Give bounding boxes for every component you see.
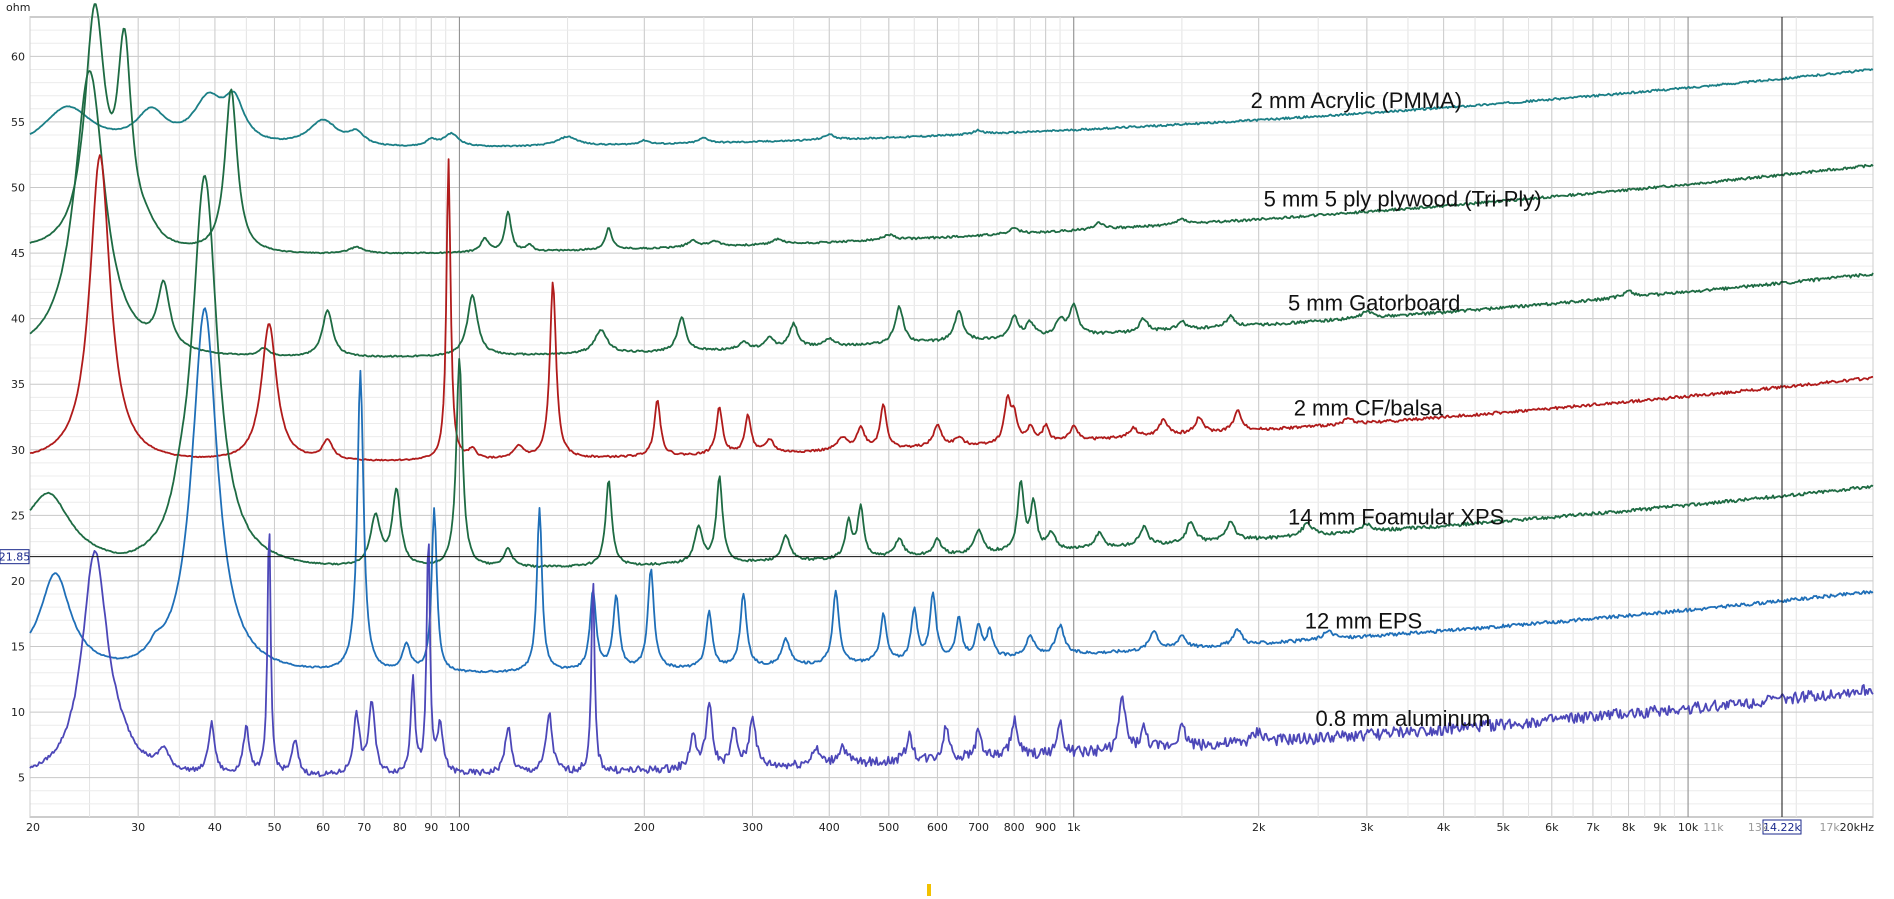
series-label: 2 mm Acrylic (PMMA) — [1251, 88, 1462, 113]
y-tick-label: 5 — [18, 772, 25, 785]
x-tick-label: 200 — [634, 821, 655, 834]
x-tick-label: 600 — [927, 821, 948, 834]
series-label: 14 mm Foamular XPS — [1288, 505, 1504, 530]
x-axis-ticks: 20 30 40 50 60 70 80 90 100 200 300 400 500 600 700 800… — [26, 821, 1874, 834]
x-tick-label: 3k — [1360, 821, 1374, 834]
x-tick-label: 4k — [1437, 821, 1451, 834]
x-tick-label: 900 — [1035, 821, 1056, 834]
x-tick-label: 6k — [1545, 821, 1559, 834]
x-tick-label: 800 — [1004, 821, 1025, 834]
y-tick-label: 60 — [11, 50, 25, 63]
cursor-x-readout: 14.22k — [1763, 821, 1801, 834]
x-tick-label: 400 — [819, 821, 840, 834]
y-tick-label: 35 — [11, 378, 25, 391]
x-tick-label: 500 — [878, 821, 899, 834]
x-tick-label: 20 — [26, 821, 40, 834]
x-tick-label: 5k — [1496, 821, 1510, 834]
series-label: 2 mm CF/balsa — [1294, 395, 1444, 420]
cursor-y-readout: 21.85 — [0, 551, 30, 564]
x-tick-label: 50 — [267, 821, 281, 834]
x-tick-label: 10k — [1678, 821, 1699, 834]
x-tick-label: 70 — [357, 821, 371, 834]
y-tick-label: 55 — [11, 116, 25, 129]
x-tick-label: 80 — [393, 821, 407, 834]
y-tick-label: 20 — [11, 575, 25, 588]
x-tick-label: 40 — [208, 821, 222, 834]
plot-background — [29, 16, 1874, 818]
y-tick-label: 50 — [11, 181, 25, 194]
x-tick-label: 300 — [742, 821, 763, 834]
impedance-chart: 21.85 14.22k 2 mm Acrylic (PMMA) 5 mm 5 pl… — [0, 1, 1874, 896]
series-label: 12 mm EPS — [1305, 608, 1422, 633]
x-tick-label: 100 — [449, 821, 470, 834]
scroll-indicator[interactable] — [927, 884, 931, 896]
x-tick-label: 30 — [131, 821, 145, 834]
x-tick-label: 2k — [1252, 821, 1266, 834]
x-tick-label: 60 — [316, 821, 330, 834]
x-tick-label: 7k — [1586, 821, 1600, 834]
x-tick-label: 20kHz — [1840, 821, 1875, 834]
series-label: 5 mm Gatorboard — [1288, 291, 1460, 316]
x-tick-label: 700 — [968, 821, 989, 834]
y-tick-label: 15 — [11, 641, 25, 654]
y-tick-label: 10 — [11, 706, 25, 719]
series-label: 5 mm 5 ply plywood (Tri-Ply) — [1264, 186, 1542, 211]
y-tick-label: 25 — [11, 509, 25, 522]
y-tick-label: 45 — [11, 247, 25, 260]
x-tick-label: 1k — [1067, 821, 1081, 834]
y-axis-unit: ohm — [6, 1, 30, 14]
x-tick-label: 8k — [1622, 821, 1636, 834]
x-tick-label: 9k — [1653, 821, 1667, 834]
x-tick-label-minor: 17k — [1819, 821, 1840, 834]
x-tick-label-minor: 11k — [1703, 821, 1724, 834]
y-tick-label: 30 — [11, 444, 25, 457]
x-tick-label-minor: 13k — [1748, 821, 1769, 834]
y-axis-ticks: 5 10 15 20 25 30 35 40 45 50 55 60 — [11, 50, 25, 784]
x-tick-label: 90 — [424, 821, 438, 834]
series-label: 0.8 mm aluminum — [1315, 706, 1490, 731]
y-tick-label: 40 — [11, 313, 25, 326]
